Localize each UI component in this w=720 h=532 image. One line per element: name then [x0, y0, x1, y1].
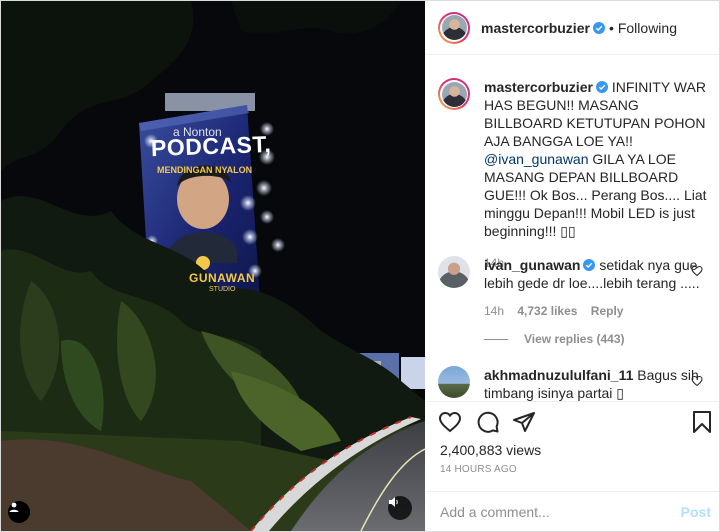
post-actions: [426, 401, 719, 441]
view-count[interactable]: 2,400,883 views: [440, 442, 541, 458]
caption-emoji: ▯▯: [560, 223, 576, 239]
header-separator: •: [608, 19, 614, 36]
caption-mention-link[interactable]: @ivan_gunawan: [484, 151, 589, 167]
author-username[interactable]: mastercorbuzier: [481, 20, 590, 36]
author-avatar[interactable]: [438, 11, 470, 44]
comment-username[interactable]: akhmadnuzululfani_11: [484, 367, 633, 383]
user-tag-icon[interactable]: [8, 501, 30, 523]
billboard-headline: PODCAST,: [150, 130, 272, 162]
comment-age[interactable]: 14h: [484, 304, 504, 318]
reply-button[interactable]: Reply: [591, 304, 624, 318]
comment-username[interactable]: ivan_gunawan: [484, 257, 580, 273]
comment-item: akhmadnuzululfani_11 Bagus sih timbang i…: [438, 366, 714, 401]
commenter-avatar[interactable]: [438, 366, 470, 398]
comment-body: akhmadnuzululfani_11 Bagus sih timbang i…: [484, 366, 714, 401]
comment-input[interactable]: [440, 503, 670, 520]
comment-item: ivan_gunawan setidak nya gue lebih gede …: [438, 256, 714, 320]
comments-list[interactable]: mastercorbuzier INFINITY WAR HAS BEGUN!!…: [426, 56, 719, 401]
bookmark-icon[interactable]: [690, 410, 714, 434]
view-replies-label: View replies (443): [524, 332, 625, 346]
verified-badge-icon: [595, 81, 608, 93]
post-sidebar: mastercorbuzier • Following mastercorbuz…: [426, 1, 719, 531]
add-comment-bar: Post: [426, 491, 719, 531]
caption-body: mastercorbuzier INFINITY WAR HAS BEGUN!!…: [484, 78, 714, 272]
replies-divider: [484, 338, 508, 340]
billboard-tagline: MENDINGAN NYALON: [157, 165, 253, 175]
comment-bubble-icon[interactable]: [476, 410, 500, 434]
comment-body: ivan_gunawan setidak nya gue lebih gede …: [484, 256, 714, 320]
caption-avatar[interactable]: [438, 78, 470, 110]
billboard-brand-sub: STUDIO: [209, 286, 236, 293]
post-video[interactable]: a Nonton PODCAST, MENDINGAN NYALON GUNAW…: [1, 1, 425, 531]
verified-badge-icon: [592, 21, 605, 34]
post-timestamp[interactable]: 14 HOURS AGO: [440, 464, 517, 475]
post-header: mastercorbuzier • Following: [426, 1, 719, 55]
following-button[interactable]: Following: [618, 20, 677, 36]
comment-likes[interactable]: 4,732 likes: [517, 304, 577, 318]
view-replies-button[interactable]: View replies (443): [484, 332, 625, 346]
speaker-muted-icon[interactable]: [388, 496, 412, 520]
night-scene: [1, 1, 425, 531]
caption-username[interactable]: mastercorbuzier: [484, 79, 593, 95]
comment-like-heart-icon[interactable]: [691, 375, 703, 387]
billboard-brand: GUNAWAN: [189, 271, 256, 285]
verified-badge-icon: [583, 259, 596, 271]
share-send-icon[interactable]: [512, 410, 536, 434]
comment-like-heart-icon[interactable]: [691, 265, 703, 277]
caption: mastercorbuzier INFINITY WAR HAS BEGUN!!…: [438, 78, 714, 272]
commenter-avatar[interactable]: [438, 256, 470, 288]
post-comment-button[interactable]: Post: [681, 504, 711, 520]
like-heart-icon[interactable]: [438, 410, 462, 434]
